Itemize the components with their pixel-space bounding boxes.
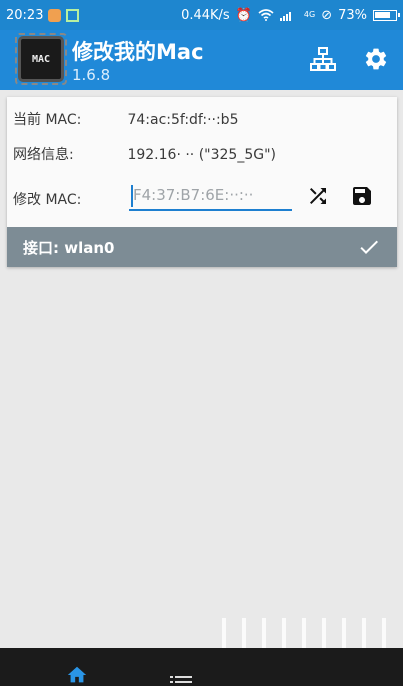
settings-button[interactable] xyxy=(361,44,391,74)
home-icon[interactable] xyxy=(66,664,88,686)
network-type: 4G xyxy=(303,10,316,19)
overlay-stripes xyxy=(222,618,386,648)
current-mac-row: 当前 MAC: 74:ac:5f:df:··:b5 xyxy=(13,109,238,129)
current-mac-value: 74:ac:5f:df:··:b5 xyxy=(127,112,239,128)
app-logo-icon: MAC xyxy=(15,33,67,85)
signal-icon xyxy=(279,12,291,21)
status-time: 20:23 xyxy=(6,7,44,23)
battery-icon xyxy=(373,9,400,21)
save-icon xyxy=(353,187,371,205)
text-cursor xyxy=(131,185,133,207)
current-mac-label: 当前 MAC: xyxy=(13,112,82,128)
status-bar: 20:23 0.44K/s ⏰ 4G ⊘ 73% xyxy=(0,0,403,30)
interface-bar[interactable]: 接口: wlan0 xyxy=(7,227,397,267)
network-button[interactable] xyxy=(308,44,338,74)
modify-mac-label: 修改 MAC: xyxy=(13,192,82,208)
no-disturb-icon: ⊘ xyxy=(321,7,333,23)
check-icon[interactable] xyxy=(357,235,381,259)
app-title: 修改我的Mac xyxy=(72,40,204,64)
gear-icon xyxy=(365,48,387,70)
notification-app-icon xyxy=(48,8,62,22)
network-info-value: 192.16· ·· ("325_5G") xyxy=(127,147,276,163)
mac-input[interactable] xyxy=(129,181,292,211)
network-tree-icon xyxy=(310,47,336,71)
network-speed: 0.44K/s xyxy=(181,7,230,23)
app-version: 1.6.8 xyxy=(72,66,111,84)
alarm-icon: ⏰ xyxy=(235,7,252,23)
save-button[interactable] xyxy=(348,182,376,210)
app-bar: MAC 修改我的Mac 1.6.8 xyxy=(0,30,403,90)
shuffle-icon xyxy=(310,188,326,204)
battery-percent: 73% xyxy=(338,7,367,23)
bottom-nav xyxy=(0,648,403,686)
random-mac-button[interactable] xyxy=(304,182,332,210)
list-icon[interactable] xyxy=(170,676,192,686)
interface-label: 接口: wlan0 xyxy=(23,239,115,257)
wifi-icon xyxy=(258,9,274,21)
network-info-label: 网络信息: xyxy=(13,147,74,163)
mac-info-card: 当前 MAC: 74:ac:5f:df:··:b5 网络信息: 192.16· … xyxy=(7,97,397,267)
network-info-row: 网络信息: 192.16· ·· ("325_5G") xyxy=(13,144,276,164)
notification-app-icon-2 xyxy=(66,8,80,22)
